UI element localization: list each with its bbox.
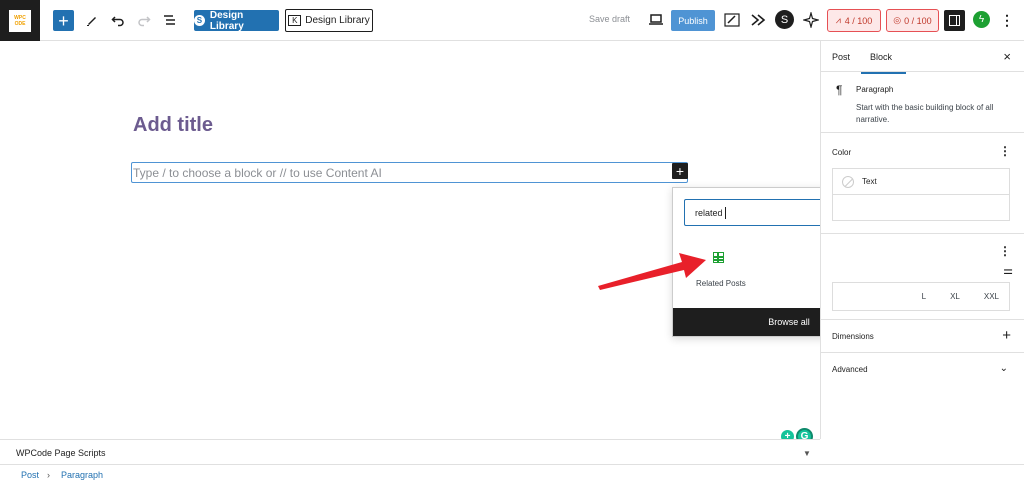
dimensions-title: Dimensions xyxy=(832,332,874,341)
save-draft-button[interactable]: Save draft xyxy=(589,14,630,24)
add-block-button[interactable]: + xyxy=(53,10,74,31)
edit-pen-icon[interactable] xyxy=(81,9,103,31)
typography-options-icon[interactable]: ⋮ xyxy=(999,244,1011,258)
tab-post[interactable]: Post xyxy=(832,52,850,62)
readability-score-badge[interactable]: ◎ 0 / 100 xyxy=(886,9,939,32)
design-library-button[interactable]: S Design Library xyxy=(194,9,279,32)
color-settings-list: Text xyxy=(832,168,1010,221)
block-card: ¶ Paragraph Start with the basic buildin… xyxy=(821,72,1024,133)
block-inserter-button[interactable]: + xyxy=(672,163,688,179)
font-size-custom-icon[interactable]: ⚌ xyxy=(1003,264,1013,277)
sidebar-tabs: Post Block × xyxy=(821,41,1024,74)
typography-panel: ⋮ ⚌ L XL XXL xyxy=(821,234,1024,320)
kadence-design-library-label: Design Library xyxy=(305,15,370,26)
annotation-arrow xyxy=(598,253,706,290)
add-dimension-icon[interactable]: + xyxy=(1002,327,1011,344)
seo-score-badge[interactable]: ⩘ 4 / 100 xyxy=(827,9,881,32)
wpcode-metabox[interactable]: WPCode Page Scripts ▼ xyxy=(0,439,820,464)
dimensions-panel[interactable]: Dimensions + xyxy=(821,320,1024,353)
color-panel: Color ⋮ Text xyxy=(821,133,1024,234)
block-description: Start with the basic building block of a… xyxy=(856,103,994,124)
wordpress-logo[interactable]: WPC ODE xyxy=(0,0,40,41)
color-swatch-icon xyxy=(842,175,854,188)
tab-block[interactable]: Block xyxy=(860,52,907,74)
block-breadcrumb: Post › Paragraph xyxy=(0,464,1024,486)
background-color-item[interactable] xyxy=(833,195,1009,221)
settings-sidebar: Post Block × ¶ Paragraph Start with the … xyxy=(820,41,1024,439)
settings-sidebar-toggle-button[interactable] xyxy=(944,10,965,31)
advanced-panel[interactable]: Advanced ⌄ xyxy=(821,353,1024,386)
table-grid-icon xyxy=(713,252,724,263)
site-logo-icon: WPC ODE xyxy=(9,9,31,32)
kadence-design-library-button[interactable]: K Design Library xyxy=(285,9,373,32)
metabox-title: WPCode Page Scripts xyxy=(16,448,106,458)
close-sidebar-icon[interactable]: × xyxy=(1003,49,1011,64)
breadcrumb-post[interactable]: Post xyxy=(21,470,39,480)
chevron-down-icon: ⌄ xyxy=(999,363,1008,374)
color-options-icon[interactable]: ⋮ xyxy=(999,144,1011,158)
readability-score-value: 0 / 100 xyxy=(904,15,932,26)
caret-down-icon[interactable]: ▼ xyxy=(803,449,811,458)
options-menu-button[interactable]: ⋮ xyxy=(999,10,1015,31)
editor-window: WPC ODE + S Design Library K Design Libr… xyxy=(0,0,1024,486)
text-color-label: Text xyxy=(862,177,877,186)
block-name: Paragraph xyxy=(856,85,894,94)
paragraph-block-input[interactable]: Type / to choose a block or // to use Co… xyxy=(131,162,688,183)
preview-device-icon[interactable] xyxy=(645,9,667,31)
advanced-title: Advanced xyxy=(832,365,868,374)
lightning-bolt-icon[interactable] xyxy=(747,9,769,31)
ai-sparkle-icon[interactable] xyxy=(800,9,822,31)
kadence-logo-icon: K xyxy=(288,15,302,26)
undo-icon[interactable] xyxy=(107,9,129,31)
stackable-icon[interactable]: S xyxy=(775,10,794,29)
publish-button[interactable]: Publish xyxy=(671,10,715,31)
text-caret xyxy=(724,206,726,219)
font-size-xxl[interactable]: XXL xyxy=(984,292,999,301)
redo-icon[interactable] xyxy=(133,9,155,31)
design-library-logo-icon: S xyxy=(194,15,205,26)
document-overview-icon[interactable] xyxy=(159,9,181,31)
content-ai-icon[interactable] xyxy=(721,9,743,31)
text-color-item[interactable]: Text xyxy=(833,169,1009,195)
breadcrumb-separator: › xyxy=(47,470,50,480)
color-panel-title: Color xyxy=(832,148,852,157)
font-size-l[interactable]: L xyxy=(922,292,926,301)
seo-chart-icon: ⩘ xyxy=(835,15,841,25)
design-library-label: Design Library xyxy=(209,9,244,32)
readability-icon: ◎ xyxy=(893,15,902,25)
block-search-value: related xyxy=(695,207,723,218)
pen-icon xyxy=(87,17,96,26)
font-size-xl[interactable]: XL xyxy=(950,292,960,301)
sidebar-panel-icon xyxy=(949,15,960,26)
post-title-input[interactable]: Add title xyxy=(133,114,213,137)
top-toolbar: WPC ODE + S Design Library K Design Libr… xyxy=(0,0,1024,41)
breadcrumb-paragraph[interactable]: Paragraph xyxy=(61,470,103,480)
seo-score-value: 4 / 100 xyxy=(844,15,873,26)
font-size-picker: L XL XXL xyxy=(832,282,1010,311)
jetpack-bolt-icon[interactable]: ϟ xyxy=(973,11,990,28)
paragraph-icon: ¶ xyxy=(836,83,843,97)
